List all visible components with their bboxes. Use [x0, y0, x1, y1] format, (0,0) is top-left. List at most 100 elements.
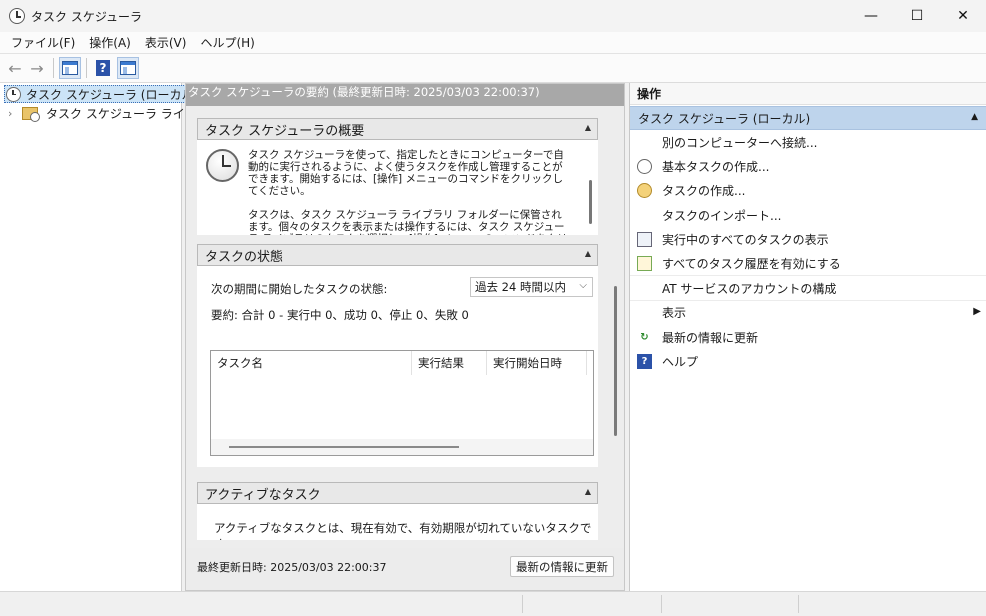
- task-status-body: 次の期間に開始したタスクの状態: 過去 24 時間以内 ⌵ 要約: 合計 0 -…: [197, 266, 598, 467]
- task-status-section: タスクの状態 ▲ 次の期間に開始したタスクの状態: 過去 24 時間以内 ⌵ 要…: [197, 244, 598, 467]
- overview-section-header[interactable]: タスク スケジューラの概要 ▲: [197, 118, 598, 140]
- action-label: タスクの作成...: [662, 184, 746, 199]
- active-tasks-body: アクティブなタスクとは、現在有効で、有効期限が切れていないタスクです。: [197, 504, 598, 540]
- refresh-button[interactable]: 最新の情報に更新: [510, 556, 614, 577]
- clock-icon: [6, 86, 21, 102]
- section-title: タスク スケジューラの概要: [205, 123, 365, 139]
- period-value: 過去 24 時間以内: [475, 280, 566, 294]
- action-label: 最新の情報に更新: [662, 330, 759, 345]
- show-hide-action-pane-button[interactable]: [117, 57, 139, 79]
- window-title: タスク スケジューラ: [31, 9, 142, 24]
- action-label: 実行中のすべてのタスクの表示: [662, 233, 829, 248]
- action-label: 別のコンピューターへ接続...: [662, 135, 818, 150]
- status-divider: [798, 595, 799, 613]
- action-label: タスクのインポート...: [662, 208, 782, 223]
- action-create-task[interactable]: タスクの作成...: [630, 179, 986, 203]
- actions-group-label: タスク スケジューラ (ローカル): [638, 111, 811, 126]
- action-display-running-tasks[interactable]: 実行中のすべてのタスクの表示: [630, 228, 986, 252]
- table-horizontal-scrollbar[interactable]: [211, 439, 593, 455]
- overview-scrollbar[interactable]: [589, 180, 592, 224]
- menu-bar: ファイル(F) 操作(A) 表示(V) ヘルプ(H): [0, 32, 986, 54]
- window-controls: — ☐ ✕: [848, 0, 986, 32]
- forward-button[interactable]: →: [26, 57, 48, 79]
- summary-header: タスク スケジューラの要約 (最終更新日時: 2025/03/03 22:00:…: [186, 84, 624, 106]
- action-label: ヘルプ: [662, 355, 699, 370]
- history-icon: [637, 256, 652, 272]
- help-button[interactable]: ?: [92, 57, 114, 79]
- actions-pane: 操作 タスク スケジューラ (ローカル) ▲ 別のコンピューターへ接続... 基…: [629, 83, 986, 591]
- back-button[interactable]: ←: [4, 57, 26, 79]
- toolbar-separator: [53, 58, 54, 78]
- refresh-icon: ↻: [640, 331, 649, 343]
- menu-file[interactable]: ファイル(F): [4, 34, 82, 51]
- running-tasks-icon: [637, 232, 652, 248]
- summary-footer: 最終更新日時: 2025/03/03 22:00:37 最新の情報に更新: [186, 548, 624, 590]
- scrollbar-thumb[interactable]: [229, 446, 459, 448]
- menu-action[interactable]: 操作(A): [82, 34, 138, 51]
- action-create-basic-task[interactable]: 基本タスクの作成...: [630, 154, 986, 178]
- action-view[interactable]: 表示 ▶: [630, 301, 986, 325]
- last-updated-text: 最終更新日時: 2025/03/03 22:00:37: [197, 561, 387, 574]
- active-tasks-section-header[interactable]: アクティブなタスク ▲: [197, 482, 598, 504]
- actions-group-header[interactable]: タスク スケジューラ (ローカル) ▲: [630, 106, 986, 130]
- status-bar: [0, 591, 986, 616]
- active-tasks-section: アクティブなタスク ▲ アクティブなタスクとは、現在有効で、有効期限が切れていな…: [197, 482, 598, 540]
- table-header: タスク名 実行結果 実行開始日時: [211, 351, 593, 375]
- status-summary: 要約: 合計 0 - 実行中 0、成功 0、停止 0、失敗 0: [211, 308, 469, 322]
- action-import-task[interactable]: タスクのインポート...: [630, 203, 986, 227]
- create-task-icon: [637, 183, 652, 199]
- toolbar: ← → ?: [0, 54, 986, 83]
- close-button[interactable]: ✕: [940, 0, 986, 32]
- action-label: すべてのタスク履歴を有効にする: [662, 257, 841, 272]
- summary-pane: タスク スケジューラの要約 (最終更新日時: 2025/03/03 22:00:…: [185, 83, 625, 591]
- submenu-arrow-icon: ▶: [973, 305, 981, 317]
- column-result[interactable]: 実行結果: [412, 351, 487, 375]
- collapse-icon[interactable]: ▲: [585, 487, 591, 496]
- menu-view[interactable]: 表示(V): [138, 34, 194, 51]
- collapse-icon[interactable]: ▲: [971, 112, 978, 122]
- title-bar: タスク スケジューラ — ☐ ✕: [0, 0, 986, 32]
- collapse-icon[interactable]: ▲: [585, 249, 591, 258]
- back-arrow-icon: ←: [8, 58, 22, 78]
- chevron-down-icon: ⌵: [579, 280, 587, 291]
- overview-paragraph: タスクは、タスク スケジューラ ライブラリ フォルダーに保管されます。個々のタス…: [248, 209, 567, 235]
- overview-body: タスク スケジューラを使って、指定したときにコンピューターで自動的に実行されるよ…: [197, 140, 598, 235]
- overview-paragraph: タスク スケジューラを使って、指定したときにコンピューターで自動的に実行されるよ…: [248, 149, 564, 197]
- library-folder-icon: [22, 106, 40, 122]
- clock-icon: [637, 159, 652, 175]
- forward-arrow-icon: →: [30, 58, 44, 78]
- show-hide-console-tree-button[interactable]: [59, 57, 81, 79]
- section-title: アクティブなタスク: [205, 487, 321, 503]
- overview-text: タスク スケジューラを使って、指定したときにコンピューターで自動的に実行されるよ…: [248, 149, 570, 235]
- column-start-time[interactable]: 実行開始日時: [487, 351, 587, 375]
- action-connect-computer[interactable]: 別のコンピューターへ接続...: [630, 130, 986, 154]
- chevron-right-icon[interactable]: ›: [8, 107, 22, 120]
- console-tree: タスク スケジューラ (ローカル) › タスク スケジューラ ライブラリ: [0, 83, 221, 591]
- column-task-name[interactable]: タスク名: [211, 351, 412, 375]
- action-pane-icon: [120, 61, 136, 75]
- menu-help[interactable]: ヘルプ(H): [193, 34, 261, 51]
- summary-scroll-area: タスク スケジューラの概要 ▲ タスク スケジューラを使って、指定したときにコン…: [186, 106, 624, 546]
- action-at-service-account[interactable]: AT サービスのアカウントの構成: [630, 276, 986, 301]
- actions-pane-title: 操作: [630, 83, 986, 105]
- collapse-icon[interactable]: ▲: [585, 123, 591, 132]
- clock-icon: [206, 149, 239, 182]
- period-dropdown[interactable]: 過去 24 時間以内 ⌵: [470, 277, 593, 297]
- tree-node-label: タスク スケジューラ (ローカル): [26, 87, 199, 102]
- section-title: タスクの状態: [205, 249, 284, 265]
- help-icon: ?: [96, 60, 110, 76]
- task-status-table: タスク名 実行結果 実行開始日時: [210, 350, 594, 456]
- maximize-button[interactable]: ☐: [894, 0, 940, 32]
- action-label: 基本タスクの作成...: [662, 160, 770, 175]
- minimize-button[interactable]: —: [848, 0, 894, 32]
- action-help[interactable]: ? ヘルプ: [630, 350, 986, 374]
- tree-node-root[interactable]: タスク スケジューラ (ローカル): [4, 85, 203, 103]
- action-enable-history[interactable]: すべてのタスク履歴を有効にする: [630, 252, 986, 277]
- task-status-section-header[interactable]: タスクの状態 ▲: [197, 244, 598, 266]
- status-divider: [522, 595, 523, 613]
- status-divider: [661, 595, 662, 613]
- period-label: 次の期間に開始したタスクの状態:: [211, 282, 388, 296]
- summary-scrollbar[interactable]: [614, 286, 617, 436]
- action-refresh[interactable]: ↻ 最新の情報に更新: [630, 325, 986, 349]
- action-label: 表示: [662, 306, 687, 321]
